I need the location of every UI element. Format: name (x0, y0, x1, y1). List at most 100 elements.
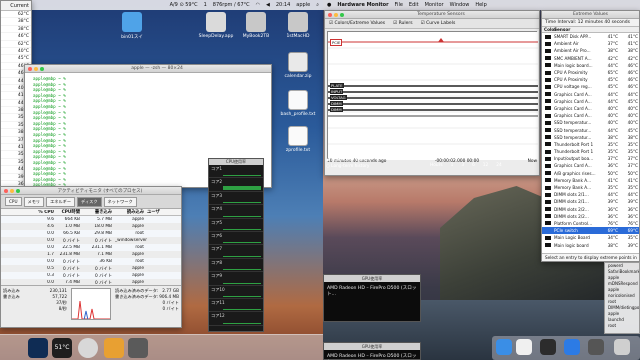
extreme-row[interactable]: Memory Bank A... 41°C 41°C (542, 177, 639, 184)
color-swatch[interactable] (545, 34, 551, 39)
table-row[interactable]: 0.0 0 バイト 0 バイト _windowserver (1, 237, 181, 244)
menu-window[interactable]: Window (450, 2, 470, 8)
extreme-row[interactable]: Graphics Card A... 40°C 40°C (542, 112, 639, 119)
table-row[interactable]: 0.0 0 バイト 36 KB root (1, 258, 181, 265)
table-row[interactable]: 9.6 664 KB 5.7 MB apple (1, 216, 181, 223)
color-swatch[interactable] (545, 92, 551, 97)
desktop-icon-zip[interactable]: calendar.zip (274, 52, 322, 79)
close-button[interactable] (28, 66, 32, 71)
extreme-values-table[interactable]: SMART Disk APP... 41°C 41°C Ambient Air 37°C… (542, 33, 639, 249)
column-header[interactable]: 読み込み (115, 209, 147, 215)
extreme-row[interactable]: A/B graphics rises... 50°C 50°C (542, 170, 639, 177)
color-swatch[interactable] (545, 243, 551, 248)
status-item-temp[interactable]: A/9 ⊙ 59°C (170, 2, 198, 8)
zoom-button[interactable] (40, 66, 44, 71)
table-row[interactable]: 0.0 66.5 KB 29.8 MB root (1, 230, 181, 237)
list-row[interactable]: 45°C (1, 55, 31, 63)
app-dock-icon[interactable] (104, 338, 124, 358)
extreme-row[interactable]: CPU A Proximity 65°C 46°C (542, 69, 639, 76)
table-row[interactable]: 0.3 0 バイト 0 バイト apple (1, 272, 181, 279)
color-swatch[interactable] (545, 106, 551, 111)
zoom-button[interactable] (340, 12, 344, 17)
temperature-dock-icon[interactable]: 51°C (52, 338, 72, 358)
color-swatch[interactable] (545, 41, 551, 46)
extreme-row[interactable]: SMC AMBIENT A... 42°C 42°C (542, 55, 639, 62)
desktop-icon-doc-2[interactable]: zprofile.txt (274, 126, 322, 153)
color-swatch[interactable] (545, 163, 551, 168)
tab-1[interactable]: メモリ (23, 196, 45, 207)
color-swatch[interactable] (545, 207, 551, 212)
hardware-monitor-titlebar[interactable]: Temperature Sensors (325, 11, 539, 19)
status-item-count[interactable]: 1 (204, 2, 207, 8)
extreme-row[interactable]: SSD temperatur... 38°C 38°C (542, 134, 639, 141)
extreme-row[interactable]: Graphics Card A... 44°C 44°C (542, 91, 639, 98)
process-row[interactable]: root (605, 323, 639, 329)
menu-monitor[interactable]: Monitor (425, 2, 444, 8)
extreme-row[interactable]: SSD temperatur... 40°C 40°C (542, 119, 639, 126)
tab-3[interactable]: ディスク (77, 196, 102, 207)
extreme-row[interactable]: Thunderbolt Port 1 35°C 35°C (542, 148, 639, 155)
menu-app-name[interactable]: Hardware Monitor (337, 2, 388, 8)
curve-labels-checkbox[interactable]: ☑ Curve Labels (421, 21, 456, 26)
extreme-row[interactable]: DIMM slots 2/1... 39°C 39°C (542, 198, 639, 205)
color-swatch[interactable] (545, 228, 551, 233)
desktop-icon-disk[interactable]: MyBook2TB (232, 12, 280, 39)
color-swatch[interactable] (545, 77, 551, 82)
zoom-button[interactable] (16, 188, 20, 193)
extreme-row[interactable]: Ambient Air Pro... 38°C 38°C (542, 47, 639, 54)
color-swatch[interactable] (545, 84, 551, 89)
colors-extreme-checkbox[interactable]: ☑ Colors/Extreme Values (329, 21, 385, 26)
extreme-row[interactable]: Platform Control... 76°C 76°C (542, 220, 639, 227)
color-swatch[interactable] (545, 113, 551, 118)
color-swatch[interactable] (545, 142, 551, 147)
color-swatch[interactable] (545, 156, 551, 161)
extreme-row[interactable]: Graphics Card A... 44°C 45°C (542, 98, 639, 105)
extreme-row[interactable]: Ambient Air 37°C 41°C (542, 40, 639, 47)
app-store-icon[interactable] (564, 339, 580, 355)
hours-option[interactable]: 1 (451, 163, 454, 169)
list-row[interactable]: 46°C (1, 33, 31, 41)
menu-edit[interactable]: Edit (409, 2, 419, 8)
color-swatch[interactable] (545, 70, 551, 75)
minimize-button[interactable] (10, 188, 14, 193)
table-row[interactable]: 4.6 1.0 MB 18.0 MB apple (1, 223, 181, 230)
color-swatch[interactable] (545, 128, 551, 133)
color-swatch[interactable] (545, 56, 551, 61)
extreme-row[interactable]: Main Logic Board 34°C 35°C (542, 234, 639, 241)
color-swatch[interactable] (545, 99, 551, 104)
list-row[interactable]: 38°C (1, 18, 31, 26)
minimize-button[interactable] (34, 66, 38, 71)
list-row[interactable]: 62°C (1, 41, 31, 48)
extreme-row[interactable]: Input/output boa... 37°C 37°C (542, 155, 639, 162)
app-icon[interactable] (540, 339, 556, 355)
hours-option[interactable]: 24 (496, 163, 501, 169)
table-row[interactable]: 0.5 0 バイト 0 バイト apple (1, 265, 181, 272)
user-name[interactable]: apple (296, 2, 310, 8)
rulers-checkbox[interactable]: ☑ Rulers (393, 21, 412, 26)
extreme-row[interactable]: Graphics Card A... 36°C 37°C (542, 162, 639, 169)
color-swatch[interactable] (545, 221, 551, 226)
hours-option[interactable]: 12 (483, 163, 488, 169)
color-swatch[interactable] (545, 135, 551, 140)
terminal-titlebar[interactable]: apple — -zsh — 80×24 (25, 65, 271, 73)
extreme-row[interactable]: Memory Bank A... 35°C 35°C (542, 184, 639, 191)
extreme-row[interactable]: DIMM slots 2/1... 44°C 44°C (542, 191, 639, 198)
column-header[interactable]: ユーザ (147, 209, 181, 215)
app-icon[interactable] (516, 339, 532, 355)
color-swatch[interactable] (545, 120, 551, 125)
hours-selector[interactable]: Hours 1 3 6 12 24 (430, 163, 502, 169)
temperature-graph[interactable]: PCIE PLATE INPUT VOLTAG DIMM DIMM (327, 31, 538, 160)
hours-option[interactable]: 3 (461, 163, 464, 169)
extreme-row[interactable]: DIMM slots 2/2... 36°C 36°C (542, 213, 639, 220)
color-swatch[interactable] (545, 199, 551, 204)
desktop-icon-doc[interactable]: bash_profile.txt (274, 90, 322, 117)
app-icon[interactable] (588, 339, 604, 355)
color-swatch[interactable] (545, 214, 551, 219)
list-header[interactable]: Current (1, 1, 31, 11)
trash-icon[interactable] (614, 339, 630, 355)
list-row[interactable]: 40°C (1, 48, 31, 56)
color-swatch[interactable] (545, 171, 551, 176)
extreme-row[interactable]: PCIe switch 69°C 69°C (542, 227, 639, 235)
hours-option[interactable]: 6 (472, 163, 475, 169)
minimize-button[interactable] (334, 12, 338, 17)
